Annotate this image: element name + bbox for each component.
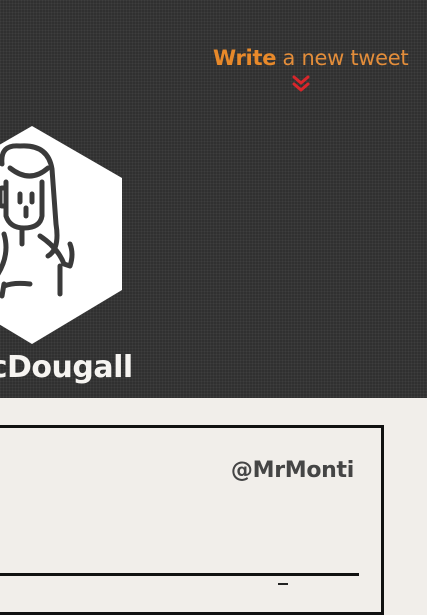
write-label: Write — [213, 46, 277, 70]
double-chevron-down-icon[interactable] — [292, 75, 310, 93]
profile-name: acDougall — [0, 350, 133, 385]
tweet-card: @MrMonti — [0, 425, 384, 615]
user-handle[interactable]: @MrMonti — [231, 458, 354, 483]
partial-mark — [278, 583, 288, 591]
profile-header: Write a new tweet acDougall — [0, 0, 427, 398]
new-tweet-label: a new tweet — [282, 46, 409, 70]
card-divider — [0, 573, 359, 576]
avatar — [0, 126, 122, 344]
write-tweet-link[interactable]: Write a new tweet — [213, 46, 409, 70]
